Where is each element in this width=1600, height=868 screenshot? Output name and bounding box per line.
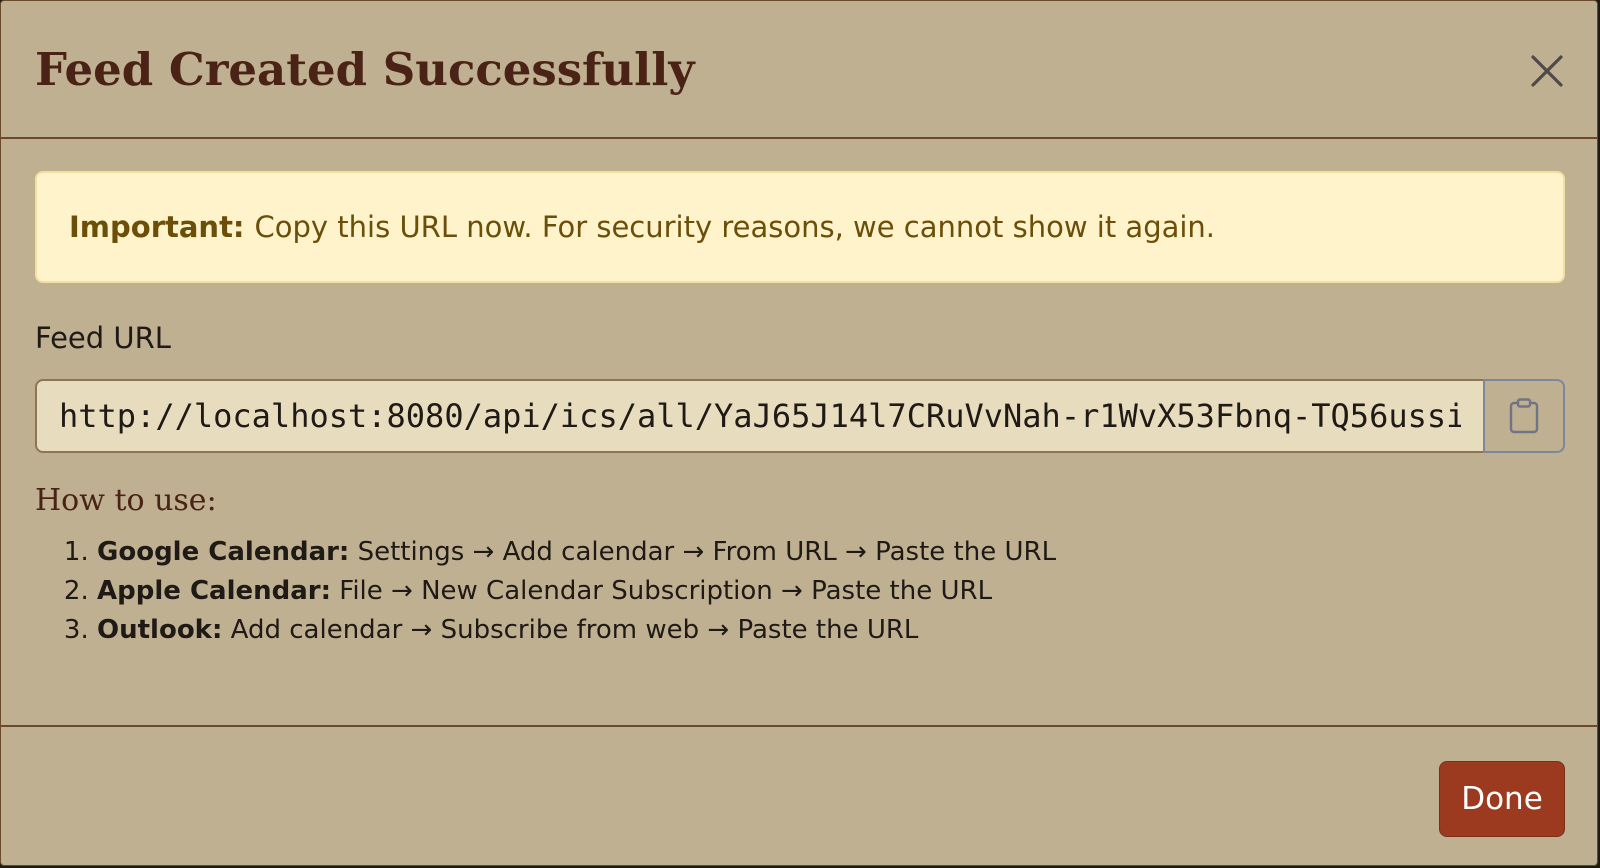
copy-url-button[interactable] xyxy=(1483,379,1565,453)
step-label-google: Google Calendar: xyxy=(97,537,350,567)
important-alert: Important: Copy this URL now. For securi… xyxy=(35,171,1565,283)
done-button[interactable]: Done xyxy=(1439,761,1565,837)
close-icon xyxy=(1531,55,1563,87)
list-item: Outlook: Add calendar → Subscribe from w… xyxy=(97,611,1056,650)
feed-url-input-group xyxy=(35,379,1565,453)
step-label-outlook: Outlook: xyxy=(97,615,223,645)
step-text-google: Settings → Add calendar → From URL → Pas… xyxy=(357,537,1057,567)
feed-created-dialog: Feed Created Successfully Important: Cop… xyxy=(0,0,1598,866)
alert-message: Copy this URL now. For security reasons,… xyxy=(254,210,1216,244)
dialog-title: Feed Created Successfully xyxy=(35,43,695,96)
feed-url-label: Feed URL xyxy=(35,321,171,355)
list-item: Google Calendar: Settings → Add calendar… xyxy=(97,533,1056,572)
how-to-use-heading: How to use: xyxy=(35,483,217,518)
dialog-header: Feed Created Successfully xyxy=(1,1,1597,139)
close-button[interactable] xyxy=(1527,51,1567,91)
alert-strong-label: Important: xyxy=(69,210,245,244)
instructions-list: Google Calendar: Settings → Add calendar… xyxy=(35,533,1056,650)
list-item: Apple Calendar: File → New Calendar Subs… xyxy=(97,572,1056,611)
step-text-apple: File → New Calendar Subscription → Paste… xyxy=(339,576,993,606)
dialog-footer: Done xyxy=(1,725,1597,865)
step-text-outlook: Add calendar → Subscribe from web → Past… xyxy=(230,615,919,645)
feed-url-input[interactable] xyxy=(35,379,1483,453)
dialog-body: Important: Copy this URL now. For securi… xyxy=(35,171,1565,645)
clipboard-icon xyxy=(1509,398,1539,434)
step-label-apple: Apple Calendar: xyxy=(97,576,331,606)
